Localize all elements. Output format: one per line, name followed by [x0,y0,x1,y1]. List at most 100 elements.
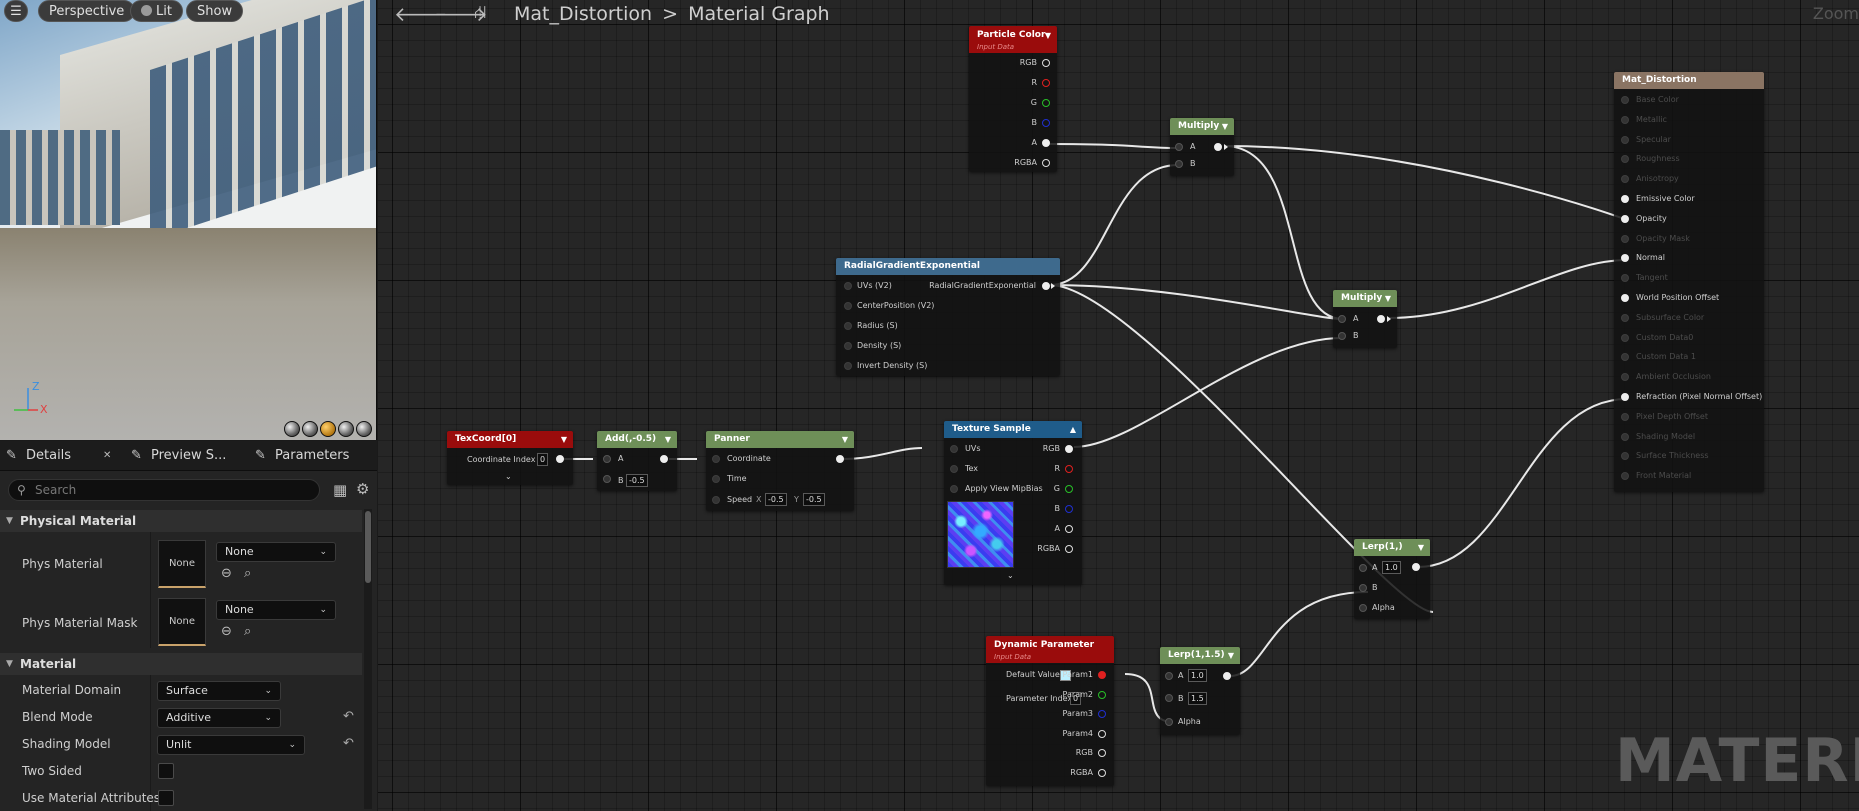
output-pin[interactable] [1098,691,1106,699]
chevron-down-icon[interactable]: ▼ [1045,29,1051,43]
scrollbar-thumb[interactable] [365,511,371,583]
input-pin[interactable] [1621,452,1629,461]
input-pin[interactable] [1621,472,1629,481]
reset-to-default-icon[interactable]: ↶ [343,709,354,724]
input-pin[interactable] [1621,373,1629,382]
input-pin[interactable] [1338,332,1346,340]
input-pin[interactable] [1165,694,1173,702]
node-add[interactable]: Add(,-0.5) ▼ A B -0.5 [597,431,677,491]
phys-material-mask-dropdown[interactable]: None ⌄ [216,600,336,620]
tab-parameters[interactable]: ✎ Parameters [255,441,349,471]
chevron-down-icon[interactable]: ▼ [1418,539,1424,556]
chevron-down-icon[interactable]: ▼ [1385,290,1391,307]
output-pin[interactable] [1223,672,1231,680]
input-pin[interactable] [1621,135,1629,144]
preview-viewport[interactable]: ☰ Perspective Lit Show Z X [0,0,377,440]
graph-hierarchy-icon[interactable]: ⛙ [474,2,487,26]
input-pin[interactable] [950,465,958,473]
input-pin[interactable] [1621,412,1629,421]
lit-button[interactable]: Lit [130,0,183,22]
section-physical-material[interactable]: ▼ Physical Material [0,510,362,532]
browse-asset-icon[interactable]: ⌕ [244,624,251,639]
output-pin[interactable] [1098,730,1106,738]
coordinate-index-field[interactable]: 0 [537,453,549,466]
chevron-down-icon[interactable]: ▼ [842,431,848,448]
tab-details[interactable]: ✎ Details ✕ [6,441,111,471]
blend-mode-dropdown[interactable]: Additive ⌄ [157,708,281,728]
input-pin[interactable] [603,475,611,483]
output-pin[interactable] [1098,769,1106,777]
preview-mesh-button[interactable] [356,421,372,437]
output-pin[interactable] [836,455,844,463]
node-particle-color[interactable]: Particle Color Input Data ▼ RGB R G B A … [969,26,1057,172]
output-pin[interactable] [1042,159,1050,167]
two-sided-checkbox[interactable] [158,763,174,779]
details-search-input[interactable]: ⚲ Search [8,479,320,501]
shading-model-dropdown[interactable]: Unlit ⌄ [157,735,305,755]
preview-sphere-button[interactable] [302,421,318,437]
input-pin[interactable] [844,342,852,350]
input-pin[interactable] [1621,234,1629,243]
output-pin[interactable] [1042,59,1050,67]
a-value-field[interactable]: 1.0 [1382,561,1401,574]
node-multiply[interactable]: Multiply ▼ A B [1333,290,1397,348]
input-pin[interactable] [1359,604,1367,612]
input-pin[interactable] [844,362,852,370]
tab-preview-settings[interactable]: ✎ Preview S... [131,441,226,471]
b-value-field[interactable]: 1.5 [1188,692,1207,705]
input-pin[interactable] [603,455,611,463]
chevron-down-icon[interactable]: ⌄ [1007,571,1014,580]
input-pin[interactable] [844,322,852,330]
use-selected-icon[interactable]: ⊖ [221,624,232,639]
node-dynamic-parameter[interactable]: Dynamic Parameter Input Data Default Val… [986,636,1114,786]
output-pin[interactable] [1412,563,1420,571]
output-pin[interactable] [1042,99,1050,107]
node-panner[interactable]: Panner ▼ Coordinate Time Speed X -0.5 Y -… [706,431,854,511]
viewport-menu-button[interactable]: ☰ [4,0,28,22]
material-domain-dropdown[interactable]: Surface ⌄ [157,681,281,701]
preview-plane-button[interactable] [320,421,336,437]
node-material-result[interactable]: Mat_Distortion Base Color Metallic Specula… [1614,72,1764,492]
collapse-arrow-icon[interactable]: ▲ [1070,421,1076,438]
input-pin[interactable] [712,496,720,504]
chevron-down-icon[interactable]: ▼ [1222,118,1228,135]
input-pin[interactable] [1165,672,1173,680]
input-pin[interactable] [950,445,958,453]
output-pin[interactable] [1098,749,1106,757]
preview-cube-button[interactable] [338,421,354,437]
close-icon[interactable]: ✕ [103,441,111,471]
input-pin[interactable] [1621,393,1629,401]
output-pin[interactable] [1065,525,1073,533]
chevron-down-icon[interactable]: ▼ [1228,647,1234,664]
output-pin[interactable] [1042,119,1050,127]
breadcrumb-asset[interactable]: Mat_Distortion [514,3,652,25]
speed-y-field[interactable]: -0.5 [803,493,825,506]
output-pin[interactable] [1042,282,1050,290]
a-value-field[interactable]: 1.0 [1188,669,1207,682]
node-lerp[interactable]: Lerp(1,) ▼ A 1.0 B Alpha [1354,539,1430,619]
input-pin[interactable] [1621,333,1629,342]
settings-gear-icon[interactable]: ⚙ [356,480,369,498]
use-material-attributes-checkbox[interactable] [158,790,174,806]
input-pin[interactable] [1359,584,1367,592]
input-pin[interactable] [1621,96,1629,104]
use-selected-icon[interactable]: ⊖ [221,566,232,581]
input-pin[interactable] [1621,313,1629,322]
section-material[interactable]: ▼ Material [0,653,362,675]
input-pin[interactable] [712,455,720,463]
output-pin[interactable] [1098,710,1106,718]
input-pin[interactable] [1621,432,1629,441]
input-pin[interactable] [1621,155,1629,164]
chevron-down-icon[interactable]: ▼ [665,431,671,448]
phys-material-thumbnail[interactable]: None [158,540,206,588]
details-scrollbar[interactable] [364,509,372,809]
node-lerp[interactable]: Lerp(1,1.5) ▼ A 1.0 B 1.5 Alpha [1160,647,1240,735]
show-button[interactable]: Show [186,0,244,22]
input-pin[interactable] [1621,353,1629,362]
input-pin[interactable] [1621,294,1629,302]
output-pin[interactable] [1377,315,1385,323]
table-view-icon[interactable]: ▦ [333,481,347,499]
input-pin[interactable] [1359,564,1367,572]
output-pin[interactable] [1042,139,1050,147]
output-pin[interactable] [1065,465,1073,473]
